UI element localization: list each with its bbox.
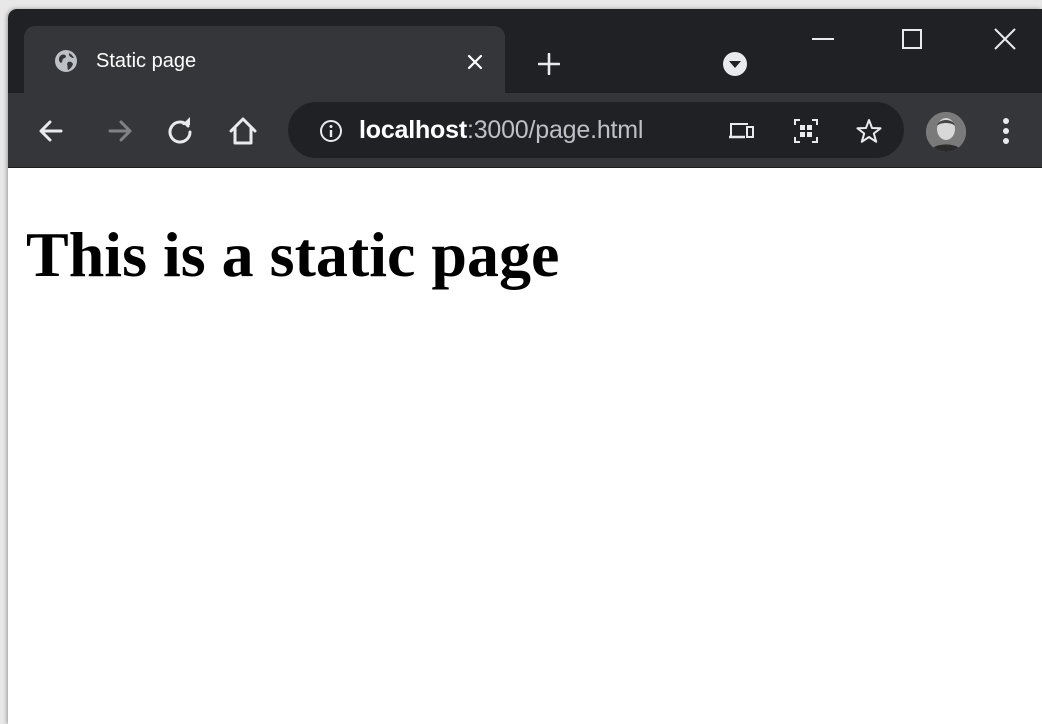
url-host: localhost: [359, 116, 467, 144]
info-icon[interactable]: [315, 115, 347, 147]
toolbar: localhost:3000/page.html: [8, 93, 1042, 168]
cast-devices-icon[interactable]: [725, 115, 757, 147]
arrow-right-icon[interactable]: [100, 111, 140, 151]
tab-title: Static page: [96, 50, 197, 72]
reload-icon[interactable]: [160, 111, 200, 151]
browser-window: Static page localhost:3000/page.html Thi…: [8, 9, 1042, 724]
page-content: This is a static page: [8, 169, 1042, 724]
plus-icon[interactable]: [529, 44, 569, 84]
arrow-left-icon[interactable]: [31, 111, 71, 151]
minimize-icon[interactable]: [798, 19, 848, 59]
maximize-icon[interactable]: [887, 19, 937, 59]
title-bar: Static page: [8, 9, 1042, 93]
star-icon[interactable]: [853, 115, 885, 147]
close-icon[interactable]: [460, 47, 490, 77]
close-icon[interactable]: [980, 19, 1030, 59]
globe-icon: [54, 49, 78, 73]
home-icon[interactable]: [223, 111, 263, 151]
address-bar[interactable]: localhost:3000/page.html: [288, 102, 904, 158]
url-path: :3000/page.html: [466, 116, 644, 144]
qr-code-icon[interactable]: [790, 115, 822, 147]
url-text[interactable]: localhost:3000/page.html: [359, 115, 643, 145]
avatar[interactable]: [926, 112, 966, 152]
more-vertical-icon[interactable]: [991, 111, 1021, 151]
chevron-down-circle-icon[interactable]: [721, 50, 749, 78]
tab-static-page[interactable]: Static page: [24, 26, 505, 93]
page-heading: This is a static page: [26, 219, 560, 290]
